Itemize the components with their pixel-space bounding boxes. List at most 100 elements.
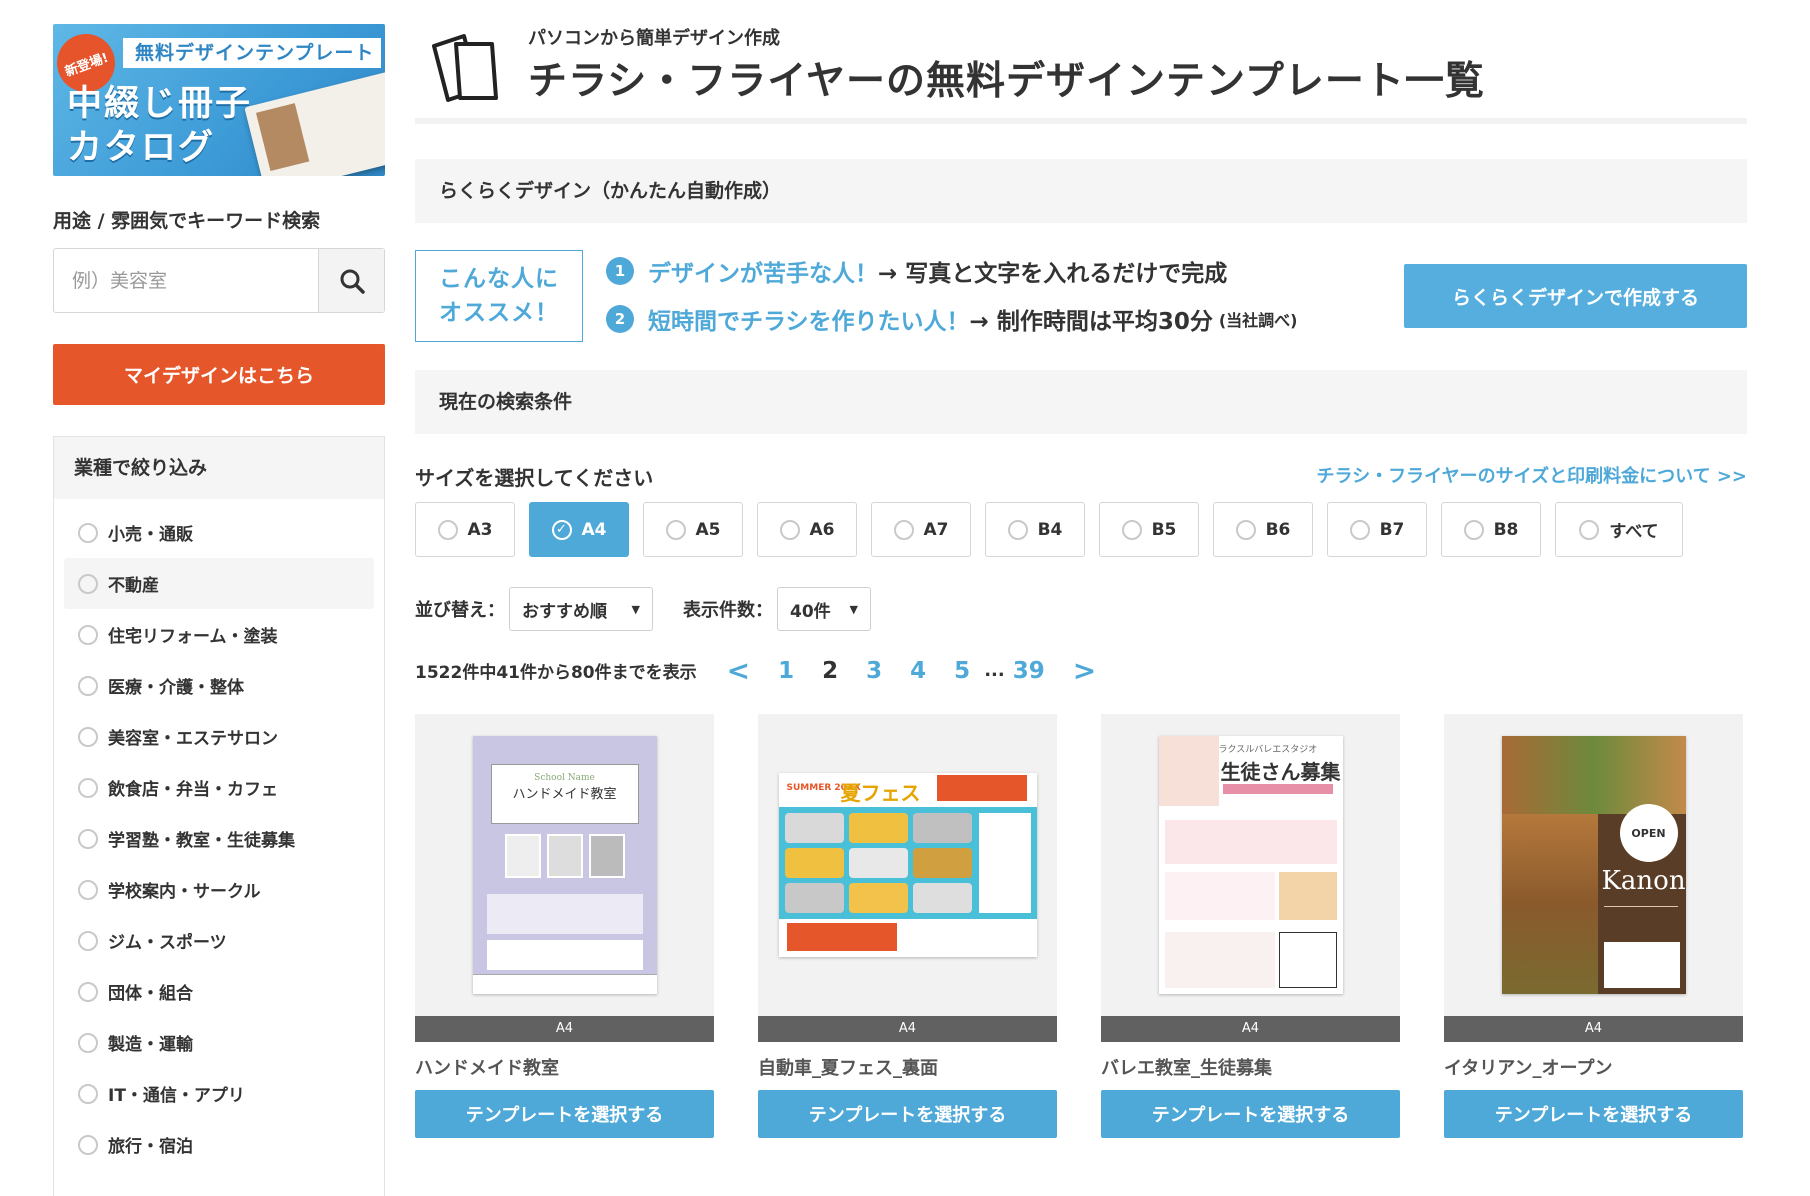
size-option-label: A4 — [581, 519, 607, 540]
category-label: 美容室・エステサロン — [108, 729, 278, 749]
template-card[interactable]: ラクスルバレエスタジオ 生徒さん募集 A4 バレエ教室_生徒募集 テンプレートを… — [1101, 714, 1400, 1138]
template-name[interactable]: ハンドメイド教室 — [415, 1054, 714, 1090]
search-button[interactable] — [318, 249, 384, 312]
prev-page-link[interactable]: < — [727, 654, 750, 687]
flyer-preview: School Name ハンドメイド教室 — [472, 736, 657, 994]
page-link-last[interactable]: 39 — [1013, 658, 1045, 684]
radio-button[interactable] — [78, 1032, 98, 1053]
size-option[interactable]: B4 — [985, 502, 1085, 557]
radio-button[interactable] — [78, 1083, 98, 1104]
template-name[interactable]: 自動車_夏フェス_裏面 — [758, 1054, 1057, 1090]
category-item[interactable]: 飲食店・弁当・カフェ — [64, 762, 374, 813]
size-option[interactable]: B5 — [1099, 502, 1199, 557]
flyer-preview: SUMMER 20XX 夏フェス — [778, 773, 1037, 957]
radio-button[interactable] — [78, 573, 98, 594]
count-value: 40件 — [790, 601, 831, 622]
size-option-label: すべて — [1609, 522, 1659, 542]
category-item[interactable]: 学習塾・教室・生徒募集 — [64, 813, 374, 864]
category-item[interactable]: 小売・通販 — [64, 507, 374, 558]
size-tag: A4 — [1444, 1016, 1743, 1042]
size-option[interactable]: すべて — [1555, 502, 1683, 557]
category-item[interactable]: 不動産 — [64, 558, 374, 609]
size-option[interactable]: B6 — [1213, 502, 1313, 557]
search-input[interactable] — [54, 249, 318, 312]
template-card[interactable]: School Name ハンドメイド教室 A4 ハンドメイド教室 テンプレートを… — [415, 714, 714, 1138]
size-option-label: A5 — [695, 519, 721, 540]
radio-button — [1349, 519, 1370, 540]
radio-button[interactable] — [78, 879, 98, 900]
point-2: 2 短時間でチラシを作りたい人！ → 制作時間は平均30分 (当社調べ) — [606, 302, 1297, 336]
category-item[interactable]: 美容室・エステサロン — [64, 711, 374, 762]
radio-button — [779, 519, 800, 540]
category-item[interactable]: IT・通信・アプリ — [64, 1068, 374, 1119]
size-option[interactable]: A6 — [757, 502, 857, 557]
search-label: 用途 / 雰囲気でキーワード検索 — [53, 210, 321, 232]
result-summary: 1522件中41件から80件までを表示 — [415, 663, 697, 683]
select-template-button[interactable]: テンプレートを選択する — [758, 1090, 1057, 1138]
category-label: 住宅リフォーム・塗装 — [108, 627, 278, 647]
size-option[interactable]: B8 — [1441, 502, 1541, 557]
category-item[interactable]: 学校案内・サークル — [64, 864, 374, 915]
radio-button[interactable] — [78, 624, 98, 645]
select-template-button[interactable]: テンプレートを選択する — [1444, 1090, 1743, 1138]
page-link[interactable]: 2 — [822, 658, 838, 684]
category-label: ジム・スポーツ — [108, 933, 227, 953]
catalog-banner[interactable]: 無料デザインテンプレート 新登場! 中綴じ冊子 カタログ — [53, 24, 385, 176]
page-link[interactable]: 5 — [954, 658, 970, 684]
template-thumbnail[interactable]: ラクスルバレエスタジオ 生徒さん募集 — [1101, 714, 1400, 1016]
point-2-note: (当社調べ) — [1218, 311, 1298, 330]
select-template-button[interactable]: テンプレートを選択する — [415, 1090, 714, 1138]
category-label: 医療・介護・整体 — [108, 678, 244, 698]
size-price-link[interactable]: チラシ・フライヤーのサイズと印刷料金について >> — [1317, 462, 1747, 488]
raku-design-button[interactable]: らくらくデザインで作成する — [1404, 264, 1747, 328]
size-option[interactable]: B7 — [1327, 502, 1427, 557]
template-thumbnail[interactable]: School Name ハンドメイド教室 — [415, 714, 714, 1016]
category-item[interactable]: 製造・運輸 — [64, 1017, 374, 1068]
category-item[interactable]: 旅行・宿泊 — [64, 1119, 374, 1170]
radio-button[interactable] — [78, 981, 98, 1002]
size-option[interactable]: A5 — [643, 502, 743, 557]
page-link[interactable]: 3 — [866, 658, 882, 684]
template-card[interactable]: SUMMER 20XX 夏フェス A4 自動車_夏フェス_裏面 テンプレートを選… — [758, 714, 1057, 1138]
size-option-label: A7 — [923, 519, 949, 540]
category-item[interactable]: 住宅リフォーム・塗装 — [64, 609, 374, 660]
template-name[interactable]: バレエ教室_生徒募集 — [1101, 1054, 1400, 1090]
category-item[interactable]: ジム・スポーツ — [64, 915, 374, 966]
pagination-row: 1522件中41件から80件までを表示 < 1 2 3 4 5 ... 39 > — [415, 654, 1110, 687]
category-item[interactable]: 団体・組合 — [64, 966, 374, 1017]
point-2-number: 2 — [606, 305, 634, 333]
template-thumbnail[interactable]: SUMMER 20XX 夏フェス — [758, 714, 1057, 1016]
size-option[interactable]: A3 — [415, 502, 515, 557]
category-label: 不動産 — [108, 576, 159, 596]
my-design-button[interactable]: マイデザインはこちら — [53, 344, 385, 405]
size-option[interactable]: ✓ A4 — [529, 502, 629, 557]
radio-button[interactable] — [78, 777, 98, 798]
category-label: 飲食店・弁当・カフェ — [108, 780, 278, 800]
next-page-link[interactable]: > — [1073, 654, 1096, 687]
category-item[interactable]: 医療・介護・整体 — [64, 660, 374, 711]
radio-button[interactable] — [78, 930, 98, 951]
template-card[interactable]: OPEN Kanon A4 イタリアン_オープン テンプレートを選択する — [1444, 714, 1743, 1138]
radio-button[interactable] — [78, 726, 98, 747]
sort-row: 並び替え： おすすめ順 ▼ 表示件数： 40件 ▼ — [415, 587, 871, 631]
radio-button[interactable] — [78, 828, 98, 849]
select-template-button[interactable]: テンプレートを選択する — [1101, 1090, 1400, 1138]
radio-button[interactable] — [78, 1134, 98, 1155]
radio-button[interactable] — [78, 522, 98, 543]
category-label: IT・通信・アプリ — [108, 1086, 245, 1106]
category-label: 旅行・宿泊 — [108, 1137, 193, 1157]
radio-button[interactable] — [78, 675, 98, 696]
template-name[interactable]: イタリアン_オープン — [1444, 1054, 1743, 1090]
template-thumbnail[interactable]: OPEN Kanon — [1444, 714, 1743, 1016]
count-select[interactable]: 40件 ▼ — [777, 587, 871, 631]
search-box — [53, 248, 385, 313]
count-label: 表示件数： — [683, 600, 773, 621]
page-link[interactable]: 1 — [778, 658, 794, 684]
size-label: サイズを選択してください — [415, 466, 654, 490]
chevron-down-icon: ▼ — [631, 602, 640, 616]
sort-select[interactable]: おすすめ順 ▼ — [509, 587, 653, 631]
radio-button — [665, 519, 686, 540]
page-link[interactable]: 4 — [910, 658, 926, 684]
category-label: 団体・組合 — [108, 984, 193, 1004]
size-option[interactable]: A7 — [871, 502, 971, 557]
